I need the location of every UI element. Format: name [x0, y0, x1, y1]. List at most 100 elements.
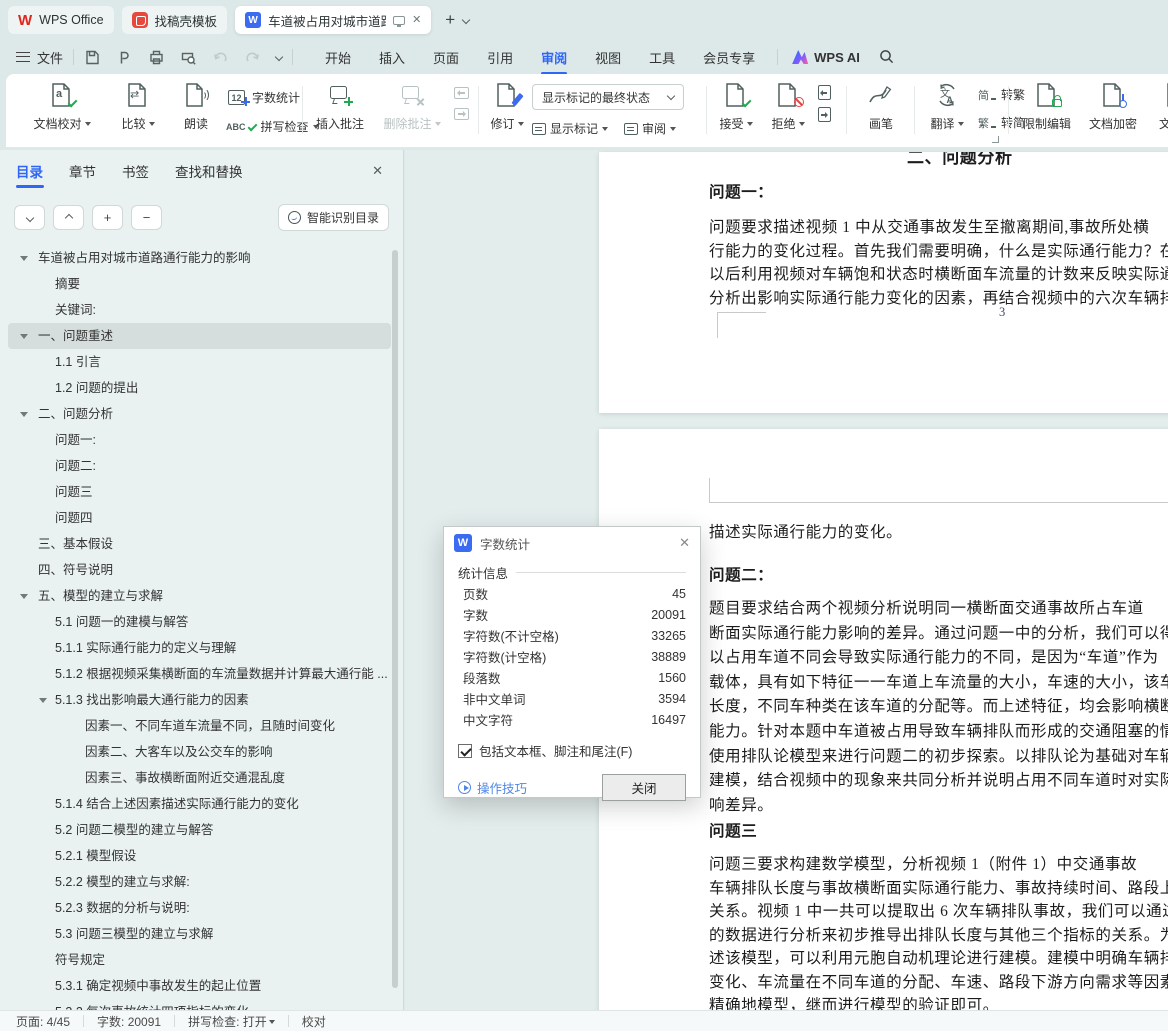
new-tab-icon[interactable]: +	[445, 10, 455, 30]
ink-brush-button[interactable]: 画笔	[854, 82, 908, 132]
menu-tab-member[interactable]: 会员专享	[703, 48, 755, 67]
finalize-document-button[interactable]: 文档定	[1146, 82, 1168, 132]
smart-toc-button[interactable]: 智能识别目录	[277, 204, 389, 231]
tab-wps-office[interactable]: W WPS Office	[8, 6, 114, 34]
tab-current-document[interactable]: W 车道被占用对城市道路通行能 ✕	[235, 6, 432, 34]
toc-expand-arrow-icon[interactable]	[20, 412, 28, 421]
previous-change-icon[interactable]	[818, 85, 831, 100]
toc-expand-arrow-icon[interactable]	[20, 334, 28, 343]
dialog-title-bar[interactable]: W 字数统计 ✕	[444, 527, 700, 559]
toc-item[interactable]: 一、问题重述	[8, 323, 391, 349]
delete-comment-button[interactable]: 删除批注	[374, 82, 450, 132]
print-icon[interactable]	[148, 49, 165, 66]
toc-item[interactable]: 四、符号说明	[8, 557, 391, 583]
sidebar-tab-bookmarks[interactable]: 书签	[122, 161, 149, 181]
toc-item[interactable]: 因素一、不同车道车流量不同，且随时间变化	[8, 713, 391, 739]
next-comment-icon[interactable]	[454, 108, 469, 120]
toc-item[interactable]: 5.1 问题一的建模与解答	[8, 609, 391, 635]
hamburger-icon[interactable]	[16, 52, 30, 62]
sidebar-tab-toc[interactable]: 目录	[16, 161, 44, 188]
accept-change-button[interactable]: 接受	[710, 82, 762, 132]
toc-item[interactable]: 问题三	[8, 479, 391, 505]
export-pdf-icon[interactable]	[116, 49, 133, 66]
tab-list-chevron-icon[interactable]	[461, 15, 471, 25]
menu-tab-tools[interactable]: 工具	[649, 48, 675, 67]
tips-link[interactable]: 操作技巧	[458, 778, 527, 797]
print-preview-icon[interactable]	[180, 49, 197, 66]
next-change-icon[interactable]	[818, 107, 831, 122]
toc-item[interactable]: 关键词:	[8, 297, 391, 323]
tab-template-store[interactable]: 找稿壳模板	[121, 6, 228, 34]
toc-expand-arrow-icon[interactable]	[20, 256, 28, 265]
zoom-out-outline-button[interactable]: −	[131, 205, 162, 230]
menu-tab-home[interactable]: 开始	[325, 48, 351, 67]
checkbox-checked-icon[interactable]	[458, 743, 472, 758]
save-icon[interactable]	[84, 49, 101, 66]
menu-tab-insert[interactable]: 插入	[379, 48, 405, 67]
toc-item[interactable]: 1.2 问题的提出	[8, 375, 391, 401]
toc-item[interactable]: 1.1 引言	[8, 349, 391, 375]
document-page-3[interactable]: 二、问题分析 问题一： 问题要求描述视频 1 中从交通事故发生至撤离期间,事故所…	[599, 152, 1168, 413]
toc-item[interactable]: 问题一:	[8, 427, 391, 453]
close-tab-icon[interactable]: ✕	[412, 14, 421, 26]
sidebar-tab-chapters[interactable]: 章节	[69, 161, 96, 181]
undo-icon[interactable]	[212, 49, 229, 66]
file-menu[interactable]: 文件	[37, 48, 63, 67]
show-markup-button[interactable]: 显示标记	[532, 120, 609, 137]
toc-item[interactable]: 5.1.4 结合上述因素描述实际通行能力的变化	[8, 791, 391, 817]
close-sidebar-icon[interactable]: ✕	[372, 163, 383, 179]
toc-item[interactable]: 5.2.1 模型假设	[8, 843, 391, 869]
markup-state-select[interactable]: 显示标记的最终状态	[532, 84, 684, 110]
zoom-in-outline-button[interactable]: +	[92, 205, 123, 230]
close-dialog-icon[interactable]: ✕	[679, 535, 690, 551]
previous-comment-icon[interactable]	[454, 87, 469, 99]
spell-check-button[interactable]: ABC 拼写检查	[226, 118, 319, 135]
menu-tab-view[interactable]: 视图	[595, 48, 621, 67]
spellcheck-toggle[interactable]: 拼写检查: 打开	[188, 1013, 275, 1030]
toc-item[interactable]: 车道被占用对城市道路通行能力的影响	[8, 245, 391, 271]
toc-item[interactable]: 摘要	[8, 271, 391, 297]
toc-item[interactable]: 问题二:	[8, 453, 391, 479]
expand-all-button[interactable]	[14, 205, 45, 230]
toc-item[interactable]: 5.2 问题二模型的建立与解答	[8, 817, 391, 843]
word-count-button[interactable]: 12 字数统计	[226, 86, 300, 108]
collapse-all-button[interactable]	[53, 205, 84, 230]
toc-item[interactable]: 因素二、大客车以及公交车的影响	[8, 739, 391, 765]
present-mode-icon[interactable]	[393, 15, 406, 27]
reject-change-button[interactable]: 拒绝	[762, 82, 814, 132]
proofread-button[interactable]: 校对	[302, 1013, 326, 1030]
sidebar-scrollbar[interactable]	[392, 250, 398, 988]
track-changes-button[interactable]: 修订	[484, 82, 530, 132]
toc-item[interactable]: 三、基本假设	[8, 531, 391, 557]
toc-item[interactable]: 因素三、事故横断面附近交通混乱度	[8, 765, 391, 791]
toc-item[interactable]: 5.3.2 每次事故统计四项指标的变化	[8, 999, 391, 1010]
toc-item[interactable]: 五、模型的建立与求解	[8, 583, 391, 609]
toc-item[interactable]: 5.1.3 找出影响最大通行能力的因素	[8, 687, 391, 713]
review-pane-button[interactable]: 审阅	[624, 120, 677, 137]
toc-item[interactable]: 二、问题分析	[8, 401, 391, 427]
toc-item[interactable]: 5.1.2 根据视频采集横断面的车流量数据并计算最大通行能 ...	[8, 661, 391, 687]
toc-expand-arrow-icon[interactable]	[20, 594, 28, 603]
read-aloud-button[interactable]: 朗读	[170, 82, 222, 132]
word-count-indicator[interactable]: 字数: 20091	[97, 1013, 161, 1030]
toc-item[interactable]: 5.3.1 确定视频中事故发生的起止位置	[8, 973, 391, 999]
menu-tab-review[interactable]: 审阅	[541, 48, 567, 67]
toc-item[interactable]: 5.2.3 数据的分析与说明:	[8, 895, 391, 921]
compare-button[interactable]: ⇄ 比较	[108, 82, 168, 132]
menu-tab-page[interactable]: 页面	[433, 48, 459, 67]
redo-icon[interactable]	[244, 49, 261, 66]
sidebar-tab-find-replace[interactable]: 查找和替换	[175, 161, 243, 181]
menu-tab-reference[interactable]: 引用	[487, 48, 513, 67]
toc-item[interactable]: 5.1.1 实际通行能力的定义与理解	[8, 635, 391, 661]
quickbar-chevron-icon[interactable]	[274, 52, 284, 62]
toc-item[interactable]: 5.2.2 模型的建立与求解:	[8, 869, 391, 895]
insert-comment-button[interactable]: 插入批注	[308, 82, 372, 132]
toc-item[interactable]: 5.3 问题三模型的建立与求解	[8, 921, 391, 947]
doc-proofread-button[interactable]: a 文档校对	[20, 82, 104, 132]
toc-item[interactable]: 问题四	[8, 505, 391, 531]
search-icon[interactable]	[878, 48, 896, 66]
group-expand-icon[interactable]	[992, 136, 999, 143]
encrypt-document-button[interactable]: 文档加密	[1082, 82, 1144, 132]
toc-expand-arrow-icon[interactable]	[39, 698, 47, 707]
close-button[interactable]: 关闭	[602, 774, 686, 801]
